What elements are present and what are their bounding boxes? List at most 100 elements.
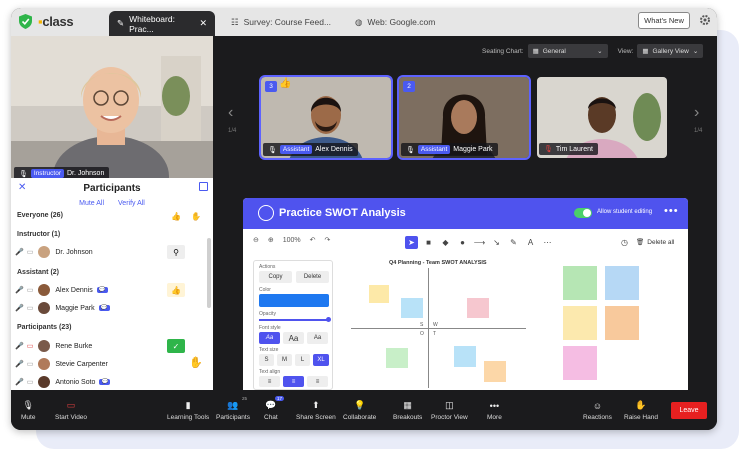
close-icon[interactable]: ✕	[199, 18, 207, 29]
participant-row[interactable]: 🎤 ▭ Antonio Soto 💬	[15, 374, 205, 390]
chat-label: Chat	[264, 414, 278, 421]
tile-name-tag: 🎙 Assistant Alex Dennis	[263, 143, 358, 156]
color-label: Color	[259, 287, 271, 293]
sticky-note[interactable]	[605, 266, 639, 300]
participant-row[interactable]: 🎤 ▭ Maggie Park 💬	[15, 300, 205, 316]
timer-icon[interactable]: ◷	[621, 238, 628, 247]
gear-icon[interactable]	[699, 14, 711, 26]
video-tile[interactable]: 🎙 Tim Laurent	[537, 77, 667, 158]
text-size-l[interactable]: L	[295, 354, 310, 366]
share-screen-button[interactable]: ⬆ Share Screen	[296, 400, 336, 421]
font-style-option[interactable]: Aa	[283, 332, 304, 344]
zoom-level[interactable]: 100%	[283, 237, 301, 244]
shape-tool-icon[interactable]: ■	[422, 236, 435, 249]
delete-button[interactable]: Delete	[296, 271, 329, 283]
whiteboard-canvas[interactable]: Q4 Planning - Team SWOT ANALYSIS S W O T	[341, 260, 681, 390]
align-right-icon[interactable]: ≡	[307, 376, 328, 387]
text-tool-icon[interactable]: A	[524, 236, 537, 249]
learning-tools-button[interactable]: ▮ Learning Tools	[167, 400, 209, 421]
text-size-m[interactable]: M	[277, 354, 292, 366]
sticky-note[interactable]	[563, 306, 597, 340]
sticky-note[interactable]	[401, 298, 423, 318]
copy-button[interactable]: Copy	[259, 271, 292, 283]
participants-button[interactable]: 👥 Participants	[216, 400, 250, 421]
color-swatch[interactable]	[259, 294, 329, 307]
leave-button[interactable]: Leave	[671, 402, 707, 419]
participant-name: Rene Burke	[55, 342, 93, 350]
page-indicator: 1/4	[228, 128, 237, 134]
chat-icon: 💬	[265, 400, 277, 410]
mute-all-button[interactable]: Mute All	[79, 200, 104, 207]
font-style-option[interactable]: Aa	[307, 332, 328, 344]
align-center-icon[interactable]: ≡	[283, 376, 304, 387]
sticky-note[interactable]	[563, 266, 597, 300]
hand-icon[interactable]: ✋	[191, 212, 201, 221]
panel-title: Participants	[83, 183, 141, 194]
quadrant-label: O	[420, 331, 424, 337]
arrow-tool-icon[interactable]: ↘	[490, 236, 503, 249]
view-dropdown[interactable]: ▦ Gallery View ⌄	[637, 44, 704, 58]
circle-tool-icon[interactable]: ●	[456, 236, 469, 249]
opacity-slider[interactable]	[259, 317, 331, 322]
undo-icon[interactable]: ↶	[310, 236, 316, 244]
whiteboard-title: Practice SWOT Analysis	[279, 207, 406, 219]
more-tools-icon[interactable]: ⋯	[541, 236, 554, 249]
actions-label: Actions	[259, 264, 276, 270]
participant-name: Alex Dennis	[315, 146, 353, 153]
microphone-icon: 🎙	[19, 170, 28, 178]
participant-row[interactable]: 🎤 ▭ Stevie Carpenter	[15, 356, 205, 372]
more-options-icon[interactable]: •••	[664, 205, 679, 217]
class-app-window: ▪class ✎ Whiteboard: Prac... ✕ ☷ Survey:…	[11, 8, 717, 430]
tab-label: Whiteboard: Prac...	[129, 13, 175, 34]
pen-tool-icon[interactable]: ✎	[507, 236, 520, 249]
text-size-s[interactable]: S	[259, 354, 274, 366]
reactions-icon: ☺	[592, 400, 603, 411]
select-tool-icon[interactable]: ➤	[405, 236, 418, 249]
align-left-icon[interactable]: ≡	[259, 376, 280, 387]
text-size-xl[interactable]: XL	[313, 354, 329, 366]
zoom-in-icon[interactable]: ⊕	[268, 236, 274, 244]
sticky-note[interactable]	[605, 306, 639, 340]
sticky-note[interactable]	[454, 346, 476, 367]
sticky-note[interactable]	[467, 298, 489, 318]
redo-icon[interactable]: ↷	[325, 236, 331, 244]
participants-scrollbar[interactable]	[207, 238, 211, 308]
more-button[interactable]: ••• More	[487, 400, 502, 422]
video-tile[interactable]: 2 🎙 Assistant Maggie Park	[397, 75, 531, 160]
popout-icon[interactable]	[199, 182, 208, 191]
collaborate-button[interactable]: 💡 Collaborate	[343, 400, 376, 421]
sticky-note[interactable]	[563, 346, 597, 380]
proctor-view-button[interactable]: ◫ Proctor View	[431, 400, 468, 421]
tab-survey[interactable]: ☷ Survey: Course Feed...	[223, 11, 339, 33]
reactions-button[interactable]: ☺ Reactions	[583, 400, 612, 422]
thumbs-up-icon[interactable]: 👍	[171, 212, 181, 221]
sticky-note[interactable]	[484, 361, 506, 382]
camera-icon: ▭	[26, 287, 34, 294]
chat-button[interactable]: 💬 Chat	[264, 400, 278, 421]
delete-all-button[interactable]: 🗑 Delete all	[636, 238, 674, 247]
meeting-toolbar: 🎙 Mute ▭ Start Video ▮ Learning Tools 👥 …	[11, 390, 717, 430]
mute-button[interactable]: 🎙 Mute	[21, 400, 35, 421]
sticky-note[interactable]	[386, 348, 408, 368]
allow-editing-toggle[interactable]	[574, 208, 592, 218]
start-video-button[interactable]: ▭ Start Video	[55, 400, 87, 421]
verify-all-button[interactable]: Verify All	[118, 200, 145, 207]
seating-chart-dropdown[interactable]: ▦ General ⌄	[527, 44, 608, 58]
tab-web[interactable]: ◍ Web: Google.com	[347, 11, 443, 33]
whats-new-button[interactable]: What's New	[638, 12, 690, 29]
role-badge: Instructor	[30, 169, 64, 178]
chevron-left-icon[interactable]: ‹	[228, 104, 233, 122]
zoom-out-icon[interactable]: ⊖	[253, 236, 259, 244]
breakouts-button[interactable]: ▦ Breakouts	[393, 400, 422, 421]
tab-whiteboard[interactable]: ✎ Whiteboard: Prac... ✕	[109, 11, 215, 36]
video-tile[interactable]: 3 👍 🎙 Assistant Alex Dennis	[259, 75, 393, 160]
font-style-option[interactable]: Aa	[259, 332, 280, 344]
participant-name: Stevie Carpenter	[55, 360, 108, 368]
grid-icon: ▦	[532, 48, 539, 55]
fill-tool-icon[interactable]: ◆	[439, 236, 452, 249]
sticky-note[interactable]	[369, 285, 389, 303]
breakouts-label: Breakouts	[393, 414, 423, 421]
raise-hand-button[interactable]: ✋ Raise Hand	[624, 400, 658, 421]
chevron-down-icon: ⌄	[597, 48, 603, 55]
line-tool-icon[interactable]: ⟶	[473, 236, 486, 249]
